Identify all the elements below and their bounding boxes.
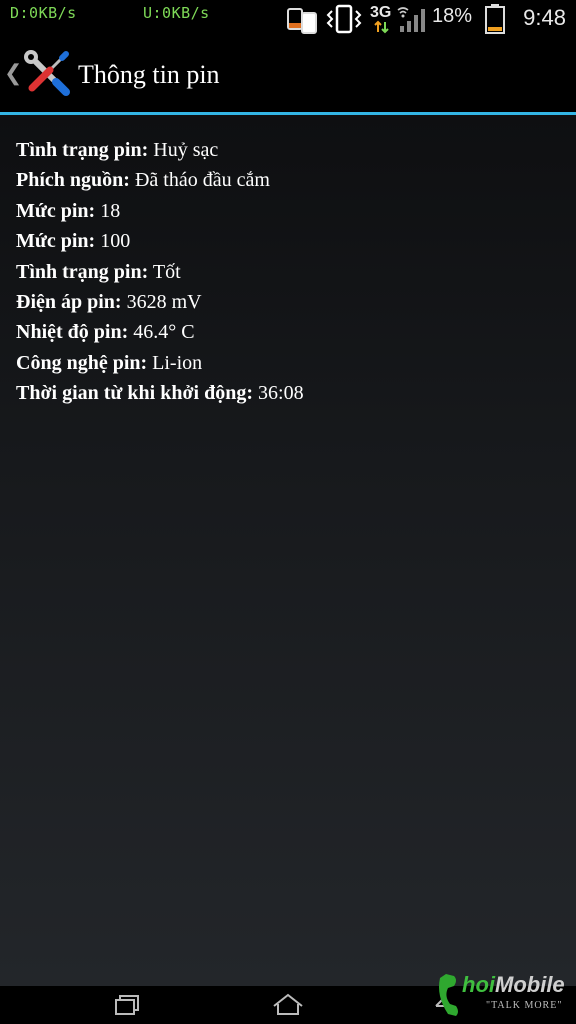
watermark-logo: hoiMobile "TALK MORE" — [434, 966, 570, 1024]
clock: 9:48 — [523, 5, 566, 30]
tools-icon[interactable] — [22, 50, 72, 100]
back-caret-icon[interactable]: ❮ — [4, 62, 22, 86]
info-label: Mức pin: — [16, 230, 96, 253]
info-value: 46.4° C — [133, 321, 195, 344]
info-label: Tình trạng pin: — [16, 260, 149, 283]
info-label: Tình trạng pin: — [16, 139, 149, 161]
info-label: Thời gian từ khi khởi động: — [16, 382, 254, 405]
watermark-tagline: "TALK MORE" — [486, 1000, 563, 1011]
download-speed: D:0KB/s — [10, 4, 77, 22]
info-value: 36:08 — [258, 382, 304, 405]
info-label: Mức pin: — [16, 199, 96, 222]
info-label: Phích nguồn: — [16, 169, 130, 192]
status-bar: D:0KB/s U:0KB/s 3G 18% 9:48 — [0, 0, 576, 38]
info-value: 3628 mV — [126, 291, 202, 314]
info-row-charge-status: Tình trạng pin: Huỷ sạc — [16, 135, 304, 165]
info-value: Tốt — [152, 260, 181, 283]
battery-icon — [485, 4, 505, 34]
data-3g-icon — [374, 20, 389, 34]
recent-apps-icon[interactable] — [114, 992, 142, 1018]
info-label: Nhiệt độ pin: — [16, 321, 129, 344]
info-value: 100 — [100, 230, 131, 253]
watermark-brand: hoiMobile — [462, 972, 565, 997]
info-value: Huỷ sạc — [153, 139, 219, 161]
battery-percent: 18% — [432, 5, 473, 27]
battery-info-panel: Tình trạng pin: Huỷ sạc Phích nguồn: Đã … — [0, 115, 576, 986]
info-row-scale: Mức pin: 100 — [16, 226, 304, 256]
info-value: Đã tháo đầu cắm — [134, 169, 270, 192]
signal-icon — [400, 9, 425, 32]
info-row-technology: Công nghệ pin: Li-ion — [16, 348, 304, 378]
vibrate-icon — [326, 4, 362, 34]
info-label: Điện áp pin: — [16, 291, 122, 314]
phone-switch-icon — [287, 8, 317, 34]
info-row-health: Tình trạng pin: Tốt — [16, 257, 304, 287]
action-bar: ❮ Thông tin pin — [0, 38, 576, 112]
upload-speed: U:0KB/s — [143, 4, 210, 22]
info-row-voltage: Điện áp pin: 3628 mV — [16, 287, 304, 317]
info-row-level: Mức pin: 18 — [16, 196, 304, 226]
info-row-temperature: Nhiệt độ pin: 46.4° C — [16, 317, 304, 347]
battery-info-list: Tình trạng pin: Huỷ sạc Phích nguồn: Đã … — [16, 135, 304, 409]
page-title: Thông tin pin — [78, 60, 220, 89]
home-icon[interactable] — [272, 992, 304, 1018]
info-value: Li-ion — [152, 351, 203, 374]
info-label: Công nghệ pin: — [16, 351, 148, 374]
info-row-uptime: Thời gian từ khi khởi động: 36:08 — [16, 378, 304, 408]
info-value: 18 — [100, 199, 121, 222]
info-row-plug: Phích nguồn: Đã tháo đầu cắm — [16, 165, 304, 195]
